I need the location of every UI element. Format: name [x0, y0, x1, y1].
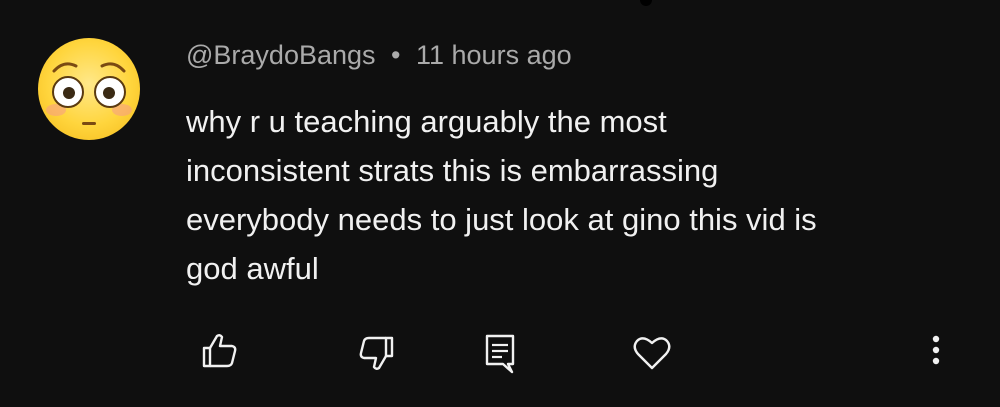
- more-button[interactable]: [914, 330, 958, 374]
- thumbs-down-icon: [359, 336, 394, 370]
- comment-line: everybody needs to just look at gino thi…: [186, 202, 817, 237]
- comment-line: inconsistent strats this is embarrassing: [186, 153, 719, 188]
- thumbs-up-icon: [202, 334, 237, 368]
- dislike-button[interactable]: [354, 330, 398, 374]
- comment-timestamp[interactable]: 11 hours ago: [416, 40, 572, 70]
- comment-meta: @BraydoBangs • 11 hours ago: [186, 40, 572, 71]
- comment-line: why r u teaching arguably the most: [186, 104, 667, 139]
- flushed-face-icon: [46, 62, 132, 125]
- heart-button[interactable]: [630, 330, 674, 374]
- top-edge-dot: [640, 0, 652, 6]
- reply-icon: [485, 334, 515, 374]
- avatar[interactable]: [38, 38, 140, 140]
- reply-button[interactable]: [478, 330, 522, 374]
- comment-text: why r u teaching arguably the most incon…: [186, 97, 976, 293]
- author-name[interactable]: @BraydoBangs: [186, 40, 376, 70]
- comment-line: god awful: [186, 251, 319, 286]
- heart-icon: [633, 337, 671, 370]
- like-button[interactable]: [198, 330, 242, 374]
- more-vertical-icon: [932, 335, 940, 365]
- comment-actions: [0, 330, 1000, 390]
- meta-separator: •: [391, 40, 401, 70]
